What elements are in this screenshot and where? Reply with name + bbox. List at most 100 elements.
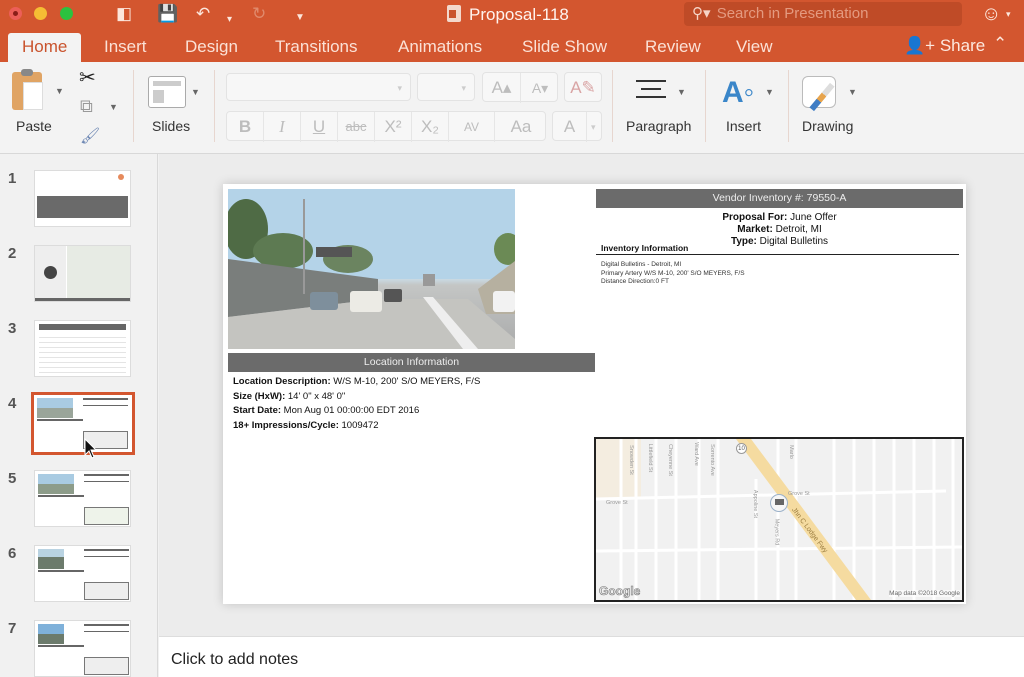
- font-color-dropdown-icon[interactable]: ▾: [591, 122, 596, 133]
- decrease-font-size-button[interactable]: A▾: [521, 73, 559, 103]
- copy-icon[interactable]: ⧉: [80, 96, 93, 117]
- zoom-window-button[interactable]: [60, 7, 73, 20]
- format-painter-icon[interactable]: 🖌: [80, 126, 100, 146]
- street-label: Grove St: [788, 491, 810, 497]
- font-size-select[interactable]: ▾: [417, 73, 475, 101]
- tab-design[interactable]: Design: [185, 37, 238, 57]
- divider: [788, 70, 789, 142]
- market-label: Market:: [737, 224, 773, 235]
- strikethrough-button[interactable]: abc: [338, 112, 375, 142]
- sidebar-toggle-icon[interactable]: ◧: [116, 4, 132, 24]
- italic-button[interactable]: I: [264, 112, 301, 142]
- collapse-ribbon-icon[interactable]: ⌃: [993, 34, 1007, 54]
- feedback-dropdown-icon[interactable]: ▾: [1006, 9, 1011, 20]
- location-details: Location Description: W/S M-10, 200' S/O…: [233, 375, 480, 433]
- change-case-button[interactable]: Aa: [495, 112, 547, 142]
- copy-dropdown-icon[interactable]: ▼: [109, 102, 118, 112]
- smiley-feedback-icon[interactable]: ☺: [981, 3, 1001, 26]
- highway-photo: [228, 189, 515, 349]
- street-label: Grove St: [606, 500, 628, 506]
- size-value: 14' 0" x 48' 0": [285, 390, 346, 402]
- share-button[interactable]: 👤+ Share: [904, 36, 985, 56]
- subscript-button[interactable]: X₂: [412, 112, 449, 142]
- cut-icon[interactable]: ✂: [79, 65, 96, 90]
- paragraph-dropdown-icon[interactable]: ▼: [677, 87, 686, 97]
- chevron-down-icon: ▾: [461, 83, 466, 93]
- street-label: Ward Ave: [692, 442, 699, 466]
- paintbrush-icon: [802, 76, 836, 108]
- bold-button[interactable]: B: [227, 112, 264, 142]
- font-name-select[interactable]: ▾: [226, 73, 411, 101]
- tab-home[interactable]: Home: [8, 33, 82, 62]
- search-input[interactable]: ⚲▾ Search in Presentation: [684, 2, 962, 26]
- paragraph-label: Paragraph: [626, 118, 692, 134]
- slides-label: Slides: [152, 118, 191, 134]
- divider: [705, 70, 706, 142]
- undo-icon[interactable]: ↶: [196, 4, 210, 24]
- increase-font-size-button[interactable]: A▴: [483, 73, 521, 103]
- eraser-icon: A✎: [570, 78, 596, 97]
- type-value: Digital Bulletins: [756, 236, 829, 247]
- location-description-value: W/S M-10, 200' S/O MEYERS, F/S: [330, 376, 481, 387]
- divider: [133, 70, 134, 142]
- redo-icon[interactable]: ↻: [252, 4, 266, 24]
- size-label: Size (HxW):: [233, 390, 286, 402]
- paste-dropdown-icon[interactable]: ▼: [55, 86, 64, 96]
- thumbnail-preview: [34, 320, 131, 377]
- slide-number: 6: [8, 545, 17, 562]
- slide[interactable]: Vendor Inventory #: 79550-A Proposal For…: [223, 184, 966, 604]
- notes-placeholder: Click to add notes: [171, 651, 299, 668]
- location-description-label: Location Description:: [233, 376, 331, 387]
- slides-dropdown-icon[interactable]: ▼: [191, 87, 200, 97]
- add-person-icon: 👤+: [904, 36, 936, 55]
- slide-number: 3: [8, 320, 17, 337]
- tab-insert[interactable]: Insert: [104, 37, 147, 57]
- font-color-button[interactable]: A ▾: [552, 111, 602, 142]
- thumbnail-preview: [34, 470, 131, 527]
- tab-slide-show[interactable]: Slide Show: [522, 37, 607, 57]
- market-line: Market: Detroit, MI: [596, 224, 963, 236]
- undo-dropdown-icon[interactable]: ▾: [227, 10, 232, 30]
- notes-pane[interactable]: Click to add notes: [159, 636, 1024, 677]
- insert-dropdown-icon[interactable]: ▼: [765, 87, 774, 97]
- slide-number: 4: [8, 395, 17, 412]
- proposal-for-label: Proposal For:: [722, 212, 788, 223]
- tab-view[interactable]: View: [736, 37, 773, 57]
- minimize-window-button[interactable]: [34, 7, 47, 20]
- close-window-button[interactable]: [9, 7, 22, 20]
- street-label: Meyers Rd: [773, 518, 780, 546]
- thumbnail-preview: [34, 170, 131, 227]
- map-attribution: Map data ©2018 Google: [889, 590, 960, 597]
- save-icon[interactable]: 💾: [157, 4, 178, 24]
- street-label: Littlefield St: [647, 443, 654, 473]
- location-information-header: Location Information: [228, 353, 595, 372]
- impressions-value: 1009472: [338, 419, 379, 431]
- drawing-dropdown-icon[interactable]: ▼: [848, 87, 857, 97]
- inventory-line: Distance Direction:0 FT: [601, 278, 669, 285]
- inventory-line: Primary Artery W/S M-10, 200' S/O MEYERS…: [601, 269, 745, 277]
- route-marker: 10: [736, 443, 747, 454]
- impressions-line: 18+ Impressions/Cycle: 1009472: [233, 419, 480, 434]
- start-date-line: Start Date: Mon Aug 01 00:00:00 EDT 2016: [233, 404, 480, 419]
- proposal-for-line: Proposal For: June Offer: [596, 212, 963, 224]
- tab-transitions[interactable]: Transitions: [275, 37, 358, 57]
- thumbnail-preview: [34, 545, 131, 602]
- tab-review[interactable]: Review: [645, 37, 701, 57]
- slide-layout-icon: [148, 76, 186, 108]
- title-bar: ◧ 💾 ↶ ▾ ↻ ▼ Proposal-118 ⚲▾ Search in Pr…: [0, 0, 1024, 30]
- customize-toolbar-icon[interactable]: ▼: [295, 8, 305, 28]
- clear-formatting-button[interactable]: A✎: [564, 72, 602, 102]
- market-value: Detroit, MI: [772, 224, 822, 235]
- character-spacing-button[interactable]: AV: [449, 112, 495, 142]
- slide-number: 5: [8, 470, 17, 487]
- tab-animations[interactable]: Animations: [398, 37, 482, 57]
- street-label: Marlo: [787, 445, 794, 459]
- superscript-button[interactable]: X²: [375, 112, 412, 142]
- underline-button[interactable]: U: [301, 112, 338, 142]
- document-icon: [447, 5, 461, 22]
- size-line: Size (HxW): 14' 0" x 48' 0": [233, 390, 480, 405]
- slide-number: 7: [8, 620, 17, 637]
- divider-line: [596, 254, 959, 255]
- slide-thumbnail-pane[interactable]: 1 2 3 4 5 6 7: [0, 154, 158, 677]
- drawing-label: Drawing: [802, 118, 854, 134]
